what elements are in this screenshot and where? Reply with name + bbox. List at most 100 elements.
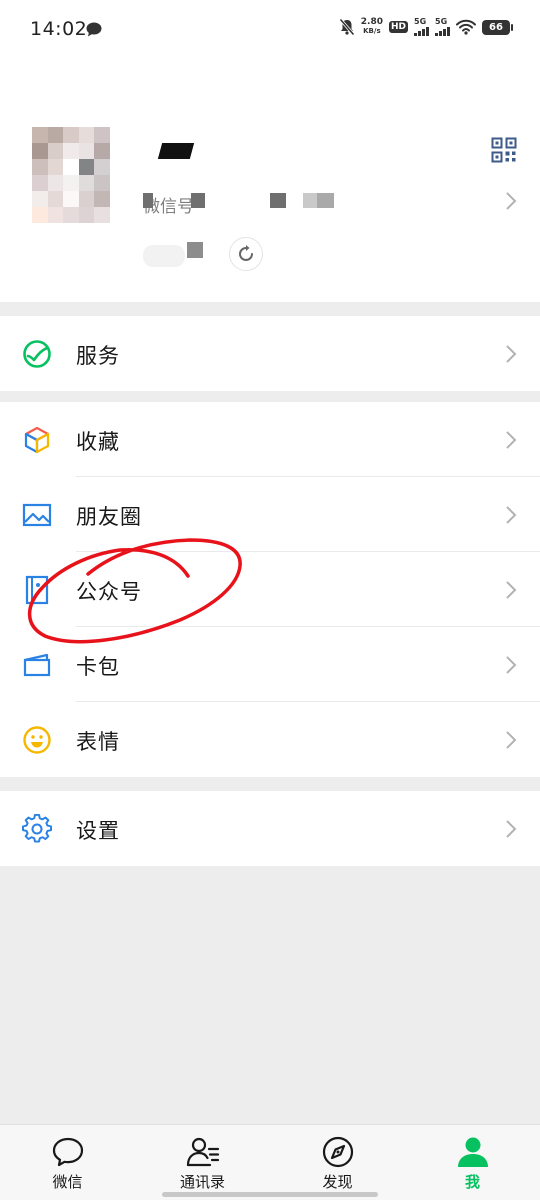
avatar-pixel <box>78 127 95 143</box>
chevron-right-icon <box>506 581 517 599</box>
menu-item-stickers[interactable]: 表情 <box>0 702 540 777</box>
avatar-pixel <box>78 143 95 159</box>
avatar-pixel <box>94 207 110 223</box>
status-redacted <box>143 245 185 267</box>
avatar-pixel <box>47 207 64 223</box>
menu-label: 公众号 <box>76 580 142 604</box>
status-time: 14:02 <box>30 18 88 40</box>
menu-label: 服务 <box>76 344 120 368</box>
avatar-pixel <box>32 207 48 223</box>
nickname <box>156 140 195 160</box>
avatar-pixel <box>78 159 95 175</box>
avatar-pixel <box>94 143 110 159</box>
network-speed-unit: KB/s <box>363 27 381 35</box>
chevron-right-icon <box>506 506 517 524</box>
favorites-cube-icon <box>24 426 50 454</box>
menu-item-card-wallet[interactable]: 卡包 <box>0 627 540 702</box>
wifi-icon <box>456 19 476 35</box>
avatar-pixel <box>94 159 110 175</box>
avatar-pixel <box>32 191 48 207</box>
tab-label: 我 <box>464 1173 480 1191</box>
sim2-label: 5G <box>435 17 448 26</box>
network-speed: 2.80 KB/s <box>361 18 383 36</box>
avatar-pixel <box>94 127 110 143</box>
avatar-pixel <box>47 127 64 143</box>
smiley-icon <box>23 726 51 754</box>
bell-muted-icon <box>339 18 355 36</box>
tab-discover[interactable]: 发现 <box>270 1125 405 1200</box>
avatar[interactable] <box>32 127 110 223</box>
avatar-pixel <box>47 175 64 191</box>
menu-item-official-accounts[interactable]: 公众号 <box>0 552 540 627</box>
avatar-pixel <box>32 175 48 191</box>
chat-bubble-icon <box>52 1137 83 1167</box>
status-redacted <box>187 242 203 258</box>
wechat-id-redacted <box>270 193 286 208</box>
tab-contacts[interactable]: 通讯录 <box>135 1125 270 1200</box>
nickname-redacted <box>157 143 195 159</box>
refresh-status-button[interactable] <box>229 237 263 271</box>
avatar-pixel <box>78 191 95 207</box>
chevron-right-icon <box>506 656 517 674</box>
qr-code-icon[interactable] <box>491 137 517 163</box>
status-icons: 2.80 KB/s HD 5G 5G 66 <box>339 18 513 36</box>
chevron-right-icon <box>506 820 517 838</box>
chevron-right-icon <box>506 431 517 449</box>
status-row[interactable] <box>143 235 263 271</box>
menu-label: 卡包 <box>76 655 120 679</box>
avatar-pixel <box>32 159 48 175</box>
home-indicator[interactable] <box>162 1192 378 1197</box>
message-notification-icon <box>86 22 102 37</box>
person-icon <box>457 1137 488 1167</box>
status-bar: 14:02 2.80 KB/s HD 5G 5G 66 <box>0 0 540 60</box>
avatar-pixel <box>63 159 79 175</box>
avatar-pixel <box>32 127 48 143</box>
avatar-pixel <box>63 191 79 207</box>
refresh-icon <box>239 245 253 261</box>
tab-me[interactable]: 我 <box>405 1125 540 1200</box>
avatar-pixel <box>78 207 95 223</box>
tab-label: 通讯录 <box>179 1173 225 1191</box>
profile-header[interactable]: 微信号 <box>0 60 540 302</box>
menu-item-services[interactable]: 服务 <box>0 316 540 391</box>
avatar-pixel <box>94 191 110 207</box>
tab-label: 发现 <box>322 1173 353 1191</box>
chevron-right-icon <box>506 192 517 210</box>
avatar-pixel <box>63 127 79 143</box>
avatar-pixel <box>32 143 48 159</box>
menu-item-moments[interactable]: 朋友圈 <box>0 477 540 552</box>
wechat-id-redacted <box>143 193 153 208</box>
moments-photo-icon <box>22 503 52 527</box>
avatar-pixel <box>47 159 64 175</box>
official-accounts-icon <box>25 575 49 605</box>
menu-label: 表情 <box>76 730 120 754</box>
signal-sim1: 5G <box>414 18 429 36</box>
battery-indicator: 66 <box>482 19 513 35</box>
contacts-icon <box>186 1137 219 1167</box>
avatar-pixel <box>47 191 64 207</box>
wechat-id-redacted <box>317 193 334 208</box>
services-icon <box>23 340 51 368</box>
avatar-pixel <box>78 175 95 191</box>
avatar-pixel <box>63 143 79 159</box>
tab-label: 微信 <box>52 1173 83 1191</box>
sim1-label: 5G <box>414 17 427 26</box>
menu-item-favorites[interactable]: 收藏 <box>0 402 540 477</box>
wechat-id-redacted <box>303 193 317 208</box>
chevron-right-icon <box>506 345 517 363</box>
menu-label: 朋友圈 <box>76 505 142 529</box>
avatar-pixel <box>63 207 79 223</box>
avatar-pixel <box>47 143 64 159</box>
chevron-right-icon <box>506 731 517 749</box>
hd-badge: HD <box>388 21 408 33</box>
avatar-pixel <box>63 175 79 191</box>
network-speed-value: 2.80 <box>360 17 383 27</box>
avatar-pixel <box>94 175 110 191</box>
menu-item-settings[interactable]: 设置 <box>0 791 540 866</box>
compass-icon <box>322 1136 353 1168</box>
signal-sim2: 5G <box>435 18 450 36</box>
signal-bars-icon <box>435 26 450 36</box>
wechat-id-redacted <box>191 193 205 208</box>
bottom-tab-bar: 微信 通讯录 发现 我 <box>0 1124 540 1200</box>
tab-chats[interactable]: 微信 <box>0 1125 135 1200</box>
